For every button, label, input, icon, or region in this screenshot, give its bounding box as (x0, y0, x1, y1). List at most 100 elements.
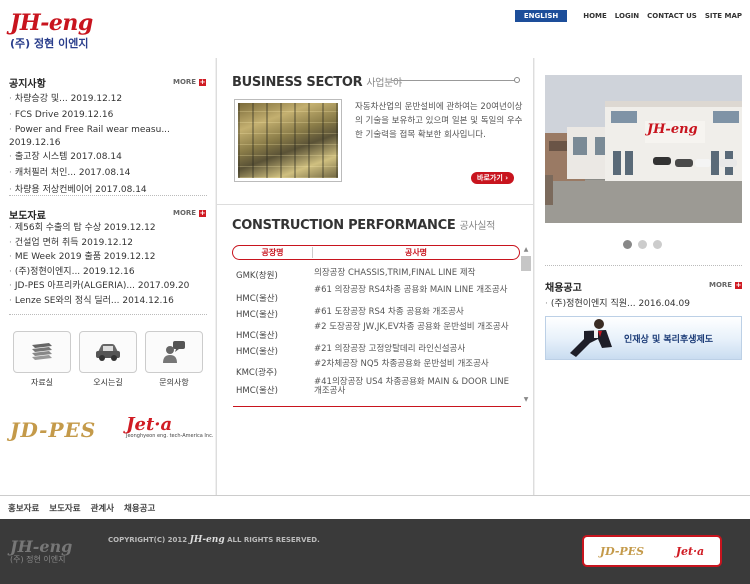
quick-link-archive[interactable]: 자료실 (13, 331, 71, 388)
welfare-banner-text: 인재상 및 복리후생제도 (624, 335, 714, 345)
site-footer: JH-eng (주) 정현 이엔지 COPYRIGHT(C) 2012 JH-e… (0, 519, 750, 584)
list-item[interactable]: · 제56회 수출의 탑 수상 2019.12.12 (9, 221, 211, 236)
list-item[interactable]: · Lenze SE와의 정식 딜러... 2014.12.16 (9, 294, 211, 309)
footer-menu: 홍보자료 보도자료 관계사 채용공고 (0, 495, 750, 519)
quick-link-label: 문의사항 (159, 378, 189, 387)
table-row[interactable]: HMC(울산) #61 도장공장 RS4 차종 공용화 개조공사 (236, 304, 519, 323)
footer-link-recruit[interactable]: 채용공고 (124, 502, 155, 514)
right-column: JH-eng 채용공고 MORE + · (주)정현이엔지 직원... 2016.… (535, 58, 750, 495)
factory-building-image: JH-eng (545, 75, 742, 223)
quick-link-box (145, 331, 203, 373)
slider-dot[interactable] (638, 240, 647, 249)
performance-table-header: 공장명 공사명 (232, 245, 520, 260)
bullet-icon: · (9, 223, 12, 233)
footer-jdpes-logo: JD-PES (599, 544, 645, 558)
jeta-subtitle: Jeonghyeon eng. tech-America Inc. (126, 433, 214, 439)
table-row[interactable]: GMK(창원) 의장공장 CHASSIS,TRIM,FINAL LINE 제작 (236, 267, 519, 286)
list-item[interactable]: · 건설업 면허 취득 2019.12.12 (9, 236, 211, 251)
shortcut-button[interactable]: 바로가기 › (471, 172, 515, 184)
car-icon (96, 344, 120, 361)
more-label: MORE (173, 209, 197, 217)
column-header-work: 공사명 (404, 248, 428, 257)
svg-text:JH-eng: JH-eng (644, 122, 698, 137)
list-item[interactable]: · Power and Free Rail wear measu... (9, 124, 209, 137)
table-row[interactable]: HMC(울산) #61 의장공장 RS4차종 공용화 MAIN LINE 개조공사 (236, 285, 519, 305)
nav-home[interactable]: HOME (583, 12, 607, 20)
bullet-icon: · (9, 110, 12, 121)
footer-link-pr[interactable]: 홍보자료 (8, 502, 39, 514)
press-more-link[interactable]: MORE + (173, 209, 207, 217)
press-title: 보도자료 (9, 211, 46, 222)
recruit-title: 채용공고 (545, 283, 582, 294)
divider (9, 195, 207, 196)
copyright-text: COPYRIGHT(C) 2012 JH-eng ALL RIGHTS RESE… (108, 535, 320, 545)
bullet-icon: · (9, 281, 12, 292)
footer-link-affiliates[interactable]: 관계사 (91, 502, 114, 514)
footer-partner-banner[interactable]: JD-PES Jet·a (582, 535, 722, 567)
list-item-continued[interactable]: 2019.12.16 (9, 137, 209, 149)
list-item[interactable]: · (주)정현이엔지... 2019.12.16 (9, 265, 211, 280)
notice-more-link[interactable]: MORE + (173, 78, 207, 86)
slider-dot[interactable] (653, 240, 662, 249)
bullet-icon: · (9, 168, 12, 179)
footer-link-press[interactable]: 보도자료 (49, 502, 80, 514)
notice-title: 공지사항 (9, 79, 46, 90)
title-rule (392, 80, 517, 81)
jdpes-logo[interactable]: JD-PES (10, 418, 96, 442)
jeta-wordmark: Jet·a (126, 414, 173, 435)
list-item[interactable]: · 캐처필러 처인... 2017.08.14 (9, 165, 209, 181)
business-sector-title: BUSINESS SECTOR 사업분야 (232, 75, 402, 90)
middle-column: BUSINESS SECTOR 사업분야 자동차산업의 운반설비에 관하여는 20… (216, 58, 534, 495)
list-item[interactable]: · 출고장 시스템 2017.08.14 (9, 149, 209, 165)
construction-performance-title: CONSTRUCTION PERFORMANCE 공사실적 (232, 218, 496, 233)
bullet-icon: · (9, 266, 12, 277)
table-row[interactable]: HMC(울산) #2 도장공장 JW,JK,EV차종 공용화 운반설비 개조공사 (236, 322, 519, 342)
list-item[interactable]: · (주)정현이엔지 직원... 2016.04.09 (545, 296, 745, 312)
slider-pagination (623, 240, 668, 249)
footer-logo-company-name: (주) 정현 이엔지 (10, 555, 66, 564)
left-column: 공지사항 MORE + · 차량승강 및... 2019.12.12 · FCS D… (0, 58, 215, 495)
list-item[interactable]: · 차량승강 및... 2019.12.12 (9, 91, 209, 107)
notice-list: · 차량승강 및... 2019.12.12 · FCS Drive 2019.12… (9, 91, 209, 198)
site-header: JH-eng (주) 정현 이엔지 ENGLISH HOME LOGIN CON… (0, 0, 750, 58)
business-photo[interactable] (234, 99, 342, 182)
list-item[interactable]: · ME Week 2019 출품 2019.12.12 (9, 250, 211, 265)
footer-logo: JH-eng (주) 정현 이엔지 (10, 537, 72, 565)
businessman-icon (570, 319, 612, 357)
performance-table-body: GMK(창원) 의장공장 CHASSIS,TRIM,FINAL LINE 제작 H… (236, 267, 519, 403)
list-item[interactable]: · JD-PES 아프리카(ALGERIA)... 2017.09.20 (9, 279, 211, 294)
table-row[interactable]: HMC(울산) #21 의장공장 고정앙탈데리 라인신설공사 (236, 341, 519, 360)
bullet-icon: · (9, 94, 12, 104)
performance-scrollbar[interactable]: ▲ ▼ (521, 246, 531, 404)
quick-link-directions[interactable]: 오시는길 (79, 331, 137, 388)
quick-link-label: 오시는길 (93, 378, 123, 387)
quick-link-label: 자료실 (30, 378, 54, 387)
scroll-thumb[interactable] (521, 256, 531, 271)
recruit-more-link[interactable]: MORE + (709, 281, 743, 289)
building-photo[interactable]: JH-eng (545, 75, 742, 223)
table-bottom-rule (233, 406, 521, 407)
quick-link-inquiry[interactable]: 문의사항 (145, 331, 203, 388)
scroll-up-icon[interactable]: ▲ (521, 246, 531, 254)
bullet-icon: · (9, 124, 12, 135)
scroll-down-icon[interactable]: ▼ (521, 396, 531, 404)
welfare-banner[interactable]: 인재상 및 복리후생제도 (545, 316, 742, 360)
divider (545, 265, 742, 266)
bullet-icon: · (545, 299, 548, 309)
slider-dot-active[interactable] (623, 240, 632, 249)
bullet-icon: · (9, 184, 12, 195)
logo-company-name: (주) 정현 이엔지 (10, 37, 89, 50)
logo-wordmark: JH-eng (10, 10, 93, 36)
nav-login[interactable]: LOGIN (615, 12, 639, 20)
bullet-icon: · (9, 295, 12, 306)
table-row[interactable]: KMC(광주) #2차체공장 NQ5 차종공용화 운반설비 개조공사 (236, 359, 519, 379)
table-row[interactable]: HMC(울산) #41의장공장 US4 차종공용화 MAIN & DOOR LIN… (236, 378, 519, 397)
person-chat-icon (163, 341, 185, 363)
nav-contact-us[interactable]: CONTACT US (647, 12, 697, 20)
nav-site-map[interactable]: SITE MAP (705, 12, 742, 20)
site-logo[interactable]: JH-eng (주) 정현 이엔지 (10, 12, 93, 51)
list-item[interactable]: · FCS Drive 2019.12.16 (9, 107, 209, 123)
english-button[interactable]: ENGLISH (514, 10, 568, 22)
jeta-logo[interactable]: Jet·a Jeonghyeon eng. tech-America Inc. (126, 414, 213, 439)
column-header-plant: 공장명 (233, 247, 313, 258)
